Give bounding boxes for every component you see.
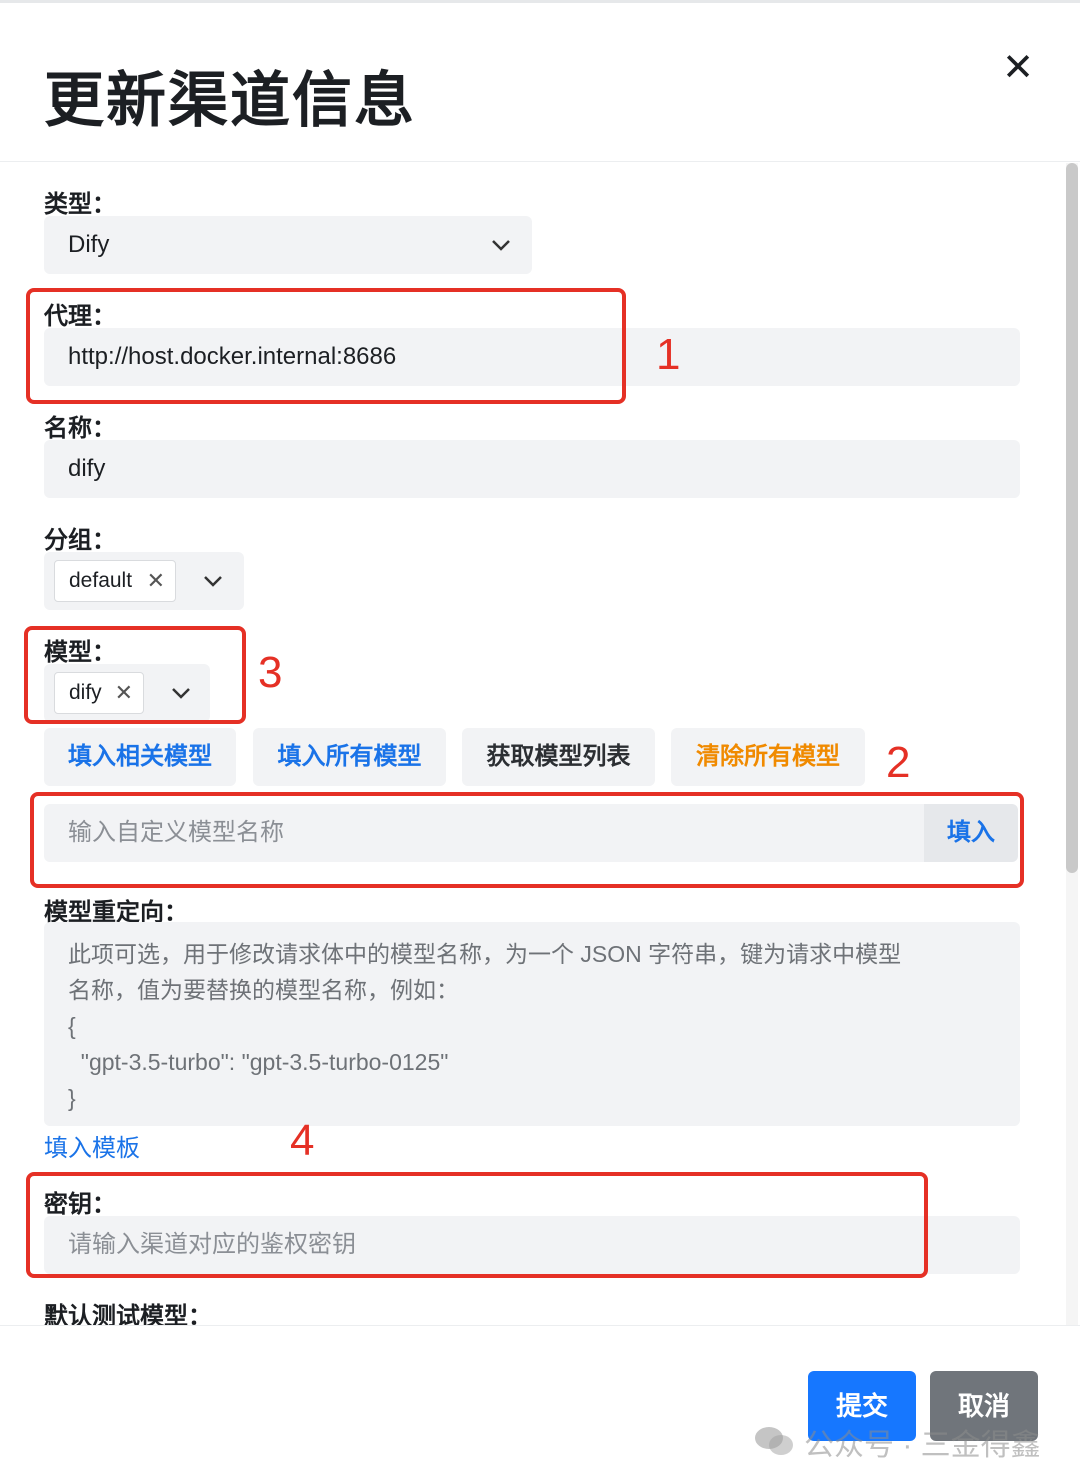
group-label: 分组： — [44, 527, 116, 554]
remove-tag-icon[interactable]: ✕ — [147, 561, 165, 601]
annotation-box-4 — [26, 1172, 928, 1278]
model-mapping-textarea[interactable]: 此项可选，用于修改请求体中的模型名称，为一个 JSON 字符串，键为请求中模型 … — [44, 922, 1020, 1126]
clear-all-models-button[interactable]: 清除所有模型 — [671, 728, 865, 786]
annotation-number-1: 1 — [656, 330, 681, 379]
type-value: Dify — [68, 231, 110, 258]
type-label: 类型： — [44, 191, 116, 218]
mapping-placeholder-line: { — [68, 1013, 76, 1039]
annotation-number-4: 4 — [290, 1116, 315, 1165]
close-icon[interactable]: ✕ — [998, 48, 1038, 88]
chevron-down-icon — [490, 216, 512, 296]
annotation-box-3 — [24, 626, 246, 724]
group-tag-label: default — [69, 569, 133, 592]
fetch-model-list-button[interactable]: 获取模型列表 — [462, 728, 655, 786]
group-select[interactable]: default ✕ — [44, 552, 244, 610]
mapping-placeholder-line: 名称，值为要替换的模型名称，例如： — [68, 977, 459, 1003]
fill-template-link[interactable]: 填入模板 — [44, 1128, 140, 1163]
scrollbar-thumb[interactable] — [1066, 163, 1078, 873]
annotation-box-2 — [30, 792, 1024, 888]
chevron-down-icon — [202, 552, 224, 616]
group-tag: default ✕ — [54, 560, 176, 602]
name-label: 名称： — [44, 415, 116, 442]
annotation-number-2: 2 — [886, 738, 911, 787]
mapping-placeholder-line: "gpt-3.5-turbo": "gpt-3.5-turbo-0125" — [68, 1049, 449, 1075]
watermark-text: 公众号 · 三金得鑫 — [804, 1429, 1041, 1462]
type-select[interactable]: Dify — [44, 216, 532, 274]
dialog-header: 更新渠道信息 ✕ — [0, 0, 1080, 162]
mapping-placeholder-line: } — [68, 1085, 76, 1111]
wechat-icon — [755, 1427, 793, 1455]
fill-related-models-button[interactable]: 填入相关模型 — [44, 728, 236, 786]
dialog-title: 更新渠道信息 — [44, 67, 416, 134]
annotation-box-1 — [26, 288, 626, 404]
mapping-placeholder-line: 此项可选，用于修改请求体中的模型名称，为一个 JSON 字符串，键为请求中模型 — [68, 941, 902, 967]
name-input[interactable]: dify — [44, 440, 1020, 498]
fill-all-models-button[interactable]: 填入所有模型 — [253, 728, 446, 786]
annotation-number-3: 3 — [258, 648, 283, 697]
